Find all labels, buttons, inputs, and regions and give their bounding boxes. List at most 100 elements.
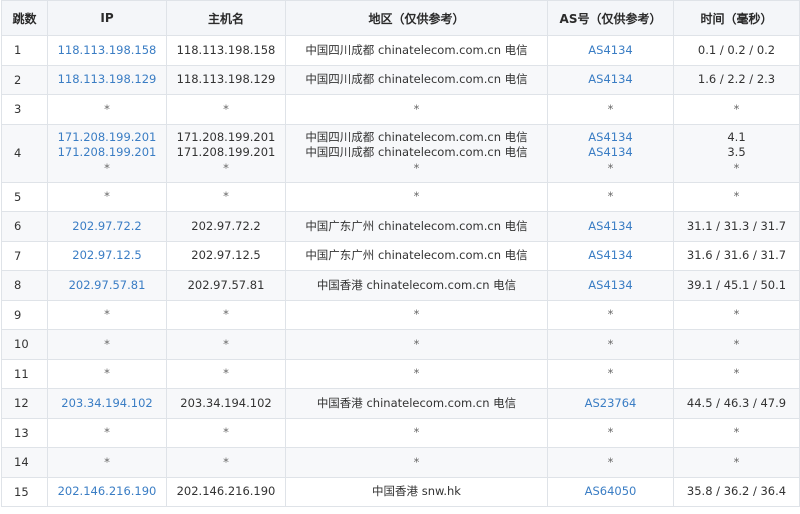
region-cell-text: 中国香港 chinatelecom.com.cn 电信 (316, 395, 517, 410)
hop-number: 5 (1, 181, 48, 212)
region-cell: * (285, 447, 548, 478)
time-cell: * (673, 329, 800, 360)
no-response-marker: * (413, 307, 420, 321)
hostname-cell: 202.97.72.2 (166, 211, 286, 242)
hostname-cell: 203.34.194.102 (166, 388, 286, 419)
region-cell: * (285, 181, 548, 212)
region-cell-text: 中国四川成都 chinatelecom.com.cn 电信 (305, 42, 528, 57)
no-response-marker: * (413, 366, 420, 380)
time-cell-text: 39.1 / 45.1 / 50.1 (686, 277, 787, 292)
ip-link[interactable]: 202.97.72.2 (48, 219, 166, 235)
ip-link[interactable]: 171.208.199.201 (48, 130, 166, 146)
as-number-link[interactable]: AS4134 (548, 278, 673, 294)
hostname-cell-text: 171.208.199.201 (176, 145, 276, 160)
no-response-marker: * (104, 101, 110, 116)
no-response-marker: * (104, 160, 110, 175)
hostname-cell-text: 118.113.198.129 (176, 72, 276, 86)
hostname-cell: * (166, 94, 286, 125)
hostname-cell: * (166, 417, 286, 448)
time-cell: * (673, 358, 800, 389)
no-response-marker: * (104, 454, 110, 469)
as-number-link[interactable]: AS23764 (548, 396, 673, 412)
ip-cell: * (47, 181, 167, 212)
table-row: 11 * * * * * (1, 358, 800, 389)
hostname-cell: 118.113.198.129 (166, 64, 286, 95)
header-time: 时间（毫秒） (673, 0, 800, 36)
time-cell: 4.1 3.5 * (673, 123, 800, 183)
region-cell-text: 中国广东广州 chinatelecom.com.cn 电信 (305, 218, 528, 233)
hop-number: 7 (1, 240, 48, 271)
as-number-link[interactable]: AS64050 (548, 484, 673, 500)
as-number-link[interactable]: AS4134 (548, 248, 673, 264)
region-cell: * (285, 329, 548, 360)
ip-link[interactable]: 171.208.199.201 (48, 145, 166, 161)
as-number-cell: * (547, 94, 674, 125)
header-as-number: AS号（仅供参考） (547, 0, 674, 36)
region-cell: 中国四川成都 chinatelecom.com.cn 电信 (285, 35, 548, 66)
ip-cell: 118.113.198.129 (47, 64, 167, 95)
region-cell: 中国广东广州 chinatelecom.com.cn 电信 (285, 211, 548, 242)
hostname-cell-text: 118.113.198.158 (176, 42, 276, 57)
no-response-marker: * (607, 101, 614, 116)
as-number-link[interactable]: AS4134 (548, 219, 673, 235)
ip-link[interactable]: 202.97.57.81 (48, 278, 166, 294)
ip-link[interactable]: 202.97.12.5 (48, 248, 166, 264)
time-cell: * (673, 181, 800, 212)
as-number-link[interactable]: AS4134 (548, 145, 673, 161)
hostname-cell: 202.97.12.5 (166, 240, 286, 271)
time-cell: * (673, 94, 800, 125)
as-number-link[interactable]: AS4134 (548, 72, 673, 88)
no-response-marker: * (607, 425, 614, 439)
header-ip: IP (47, 0, 167, 36)
no-response-marker: * (607, 366, 614, 380)
hostname-cell-text: 202.146.216.190 (176, 484, 276, 498)
hostname-cell: * (166, 299, 286, 330)
as-number-cell: AS4134 (547, 35, 674, 66)
region-cell-text: 中国四川成都 chinatelecom.com.cn 电信 (305, 145, 528, 160)
no-response-marker: * (733, 307, 740, 321)
as-number-link[interactable]: AS4134 (548, 130, 673, 146)
no-response-marker: * (223, 307, 229, 321)
as-number-link[interactable]: AS4134 (548, 43, 673, 59)
table-row: 10 * * * * * (1, 329, 800, 360)
no-response-marker: * (223, 425, 229, 439)
region-cell: 中国香港 chinatelecom.com.cn 电信 (285, 388, 548, 419)
region-cell: 中国香港 chinatelecom.com.cn 电信 (285, 270, 548, 301)
time-cell-text: 35.8 / 36.2 / 36.4 (686, 484, 787, 498)
no-response-marker: * (104, 425, 110, 439)
region-cell-text: 中国香港 snw.hk (372, 484, 461, 498)
no-response-marker: * (607, 189, 614, 203)
time-cell-text: 31.1 / 31.3 / 31.7 (686, 218, 787, 233)
as-number-cell: AS4134 (547, 211, 674, 242)
table-row: 3 * * * * * (1, 94, 800, 125)
ip-link[interactable]: 118.113.198.158 (48, 43, 166, 59)
no-response-marker: * (223, 189, 229, 203)
ip-cell: * (47, 447, 167, 478)
ip-link[interactable]: 118.113.198.129 (48, 72, 166, 88)
hostname-cell-text: 202.97.57.81 (187, 277, 265, 292)
no-response-marker: * (104, 189, 110, 203)
time-cell-text: 0.1 / 0.2 / 0.2 (697, 42, 776, 57)
time-cell: 0.1 / 0.2 / 0.2 (673, 35, 800, 66)
table-row: 2 118.113.198.129 118.113.198.129 中国四川成都 ch… (1, 64, 800, 95)
time-cell-text: 1.6 / 2.2 / 2.3 (697, 72, 776, 86)
region-cell: 中国香港 snw.hk (285, 476, 548, 507)
time-cell-text: 3.5 (727, 145, 746, 160)
as-number-cell: AS4134 AS4134 * (547, 123, 674, 183)
hostname-cell: * (166, 447, 286, 478)
time-cell-text: 4.1 (727, 129, 746, 144)
no-response-marker: * (104, 336, 110, 351)
hostname-cell-text: 171.208.199.201 (176, 129, 276, 144)
table-row: 4 171.208.199.201 171.208.199.201 * 171.208.… (1, 123, 800, 183)
table-row: 14 * * * * * (1, 447, 800, 478)
ip-link[interactable]: 202.146.216.190 (48, 484, 166, 500)
no-response-marker: * (413, 189, 420, 203)
region-cell: * (285, 417, 548, 448)
ip-cell: 202.97.12.5 (47, 240, 167, 271)
ip-link[interactable]: 203.34.194.102 (48, 396, 166, 412)
time-cell: 44.5 / 46.3 / 47.9 (673, 388, 800, 419)
hostname-cell: * (166, 181, 286, 212)
hostname-cell: 171.208.199.201 171.208.199.201 * (166, 123, 286, 183)
table-row: 1 118.113.198.158 118.113.198.158 中国四川成都 ch… (1, 35, 800, 66)
no-response-marker: * (104, 366, 110, 380)
